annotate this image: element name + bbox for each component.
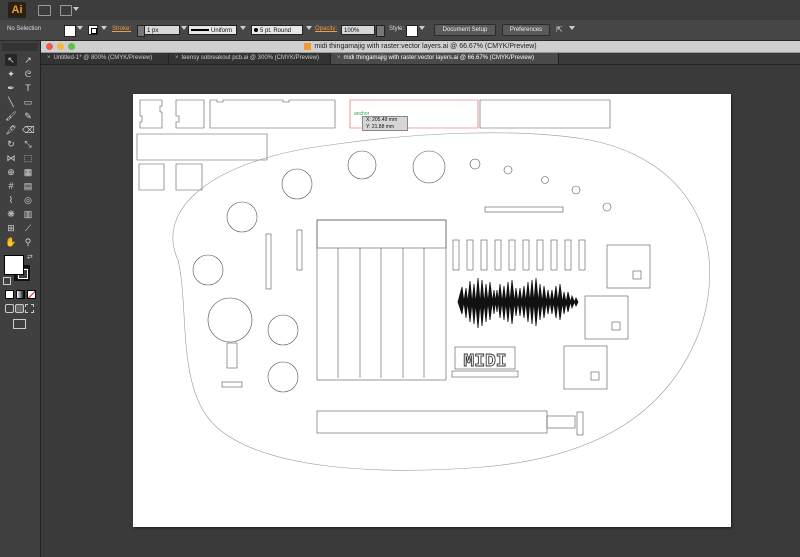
keyboard-top <box>316 219 447 249</box>
fill-color-swatch[interactable] <box>4 255 24 275</box>
panel-part <box>175 99 205 129</box>
knob-hole <box>267 361 299 393</box>
slot <box>522 239 530 271</box>
button-marker <box>632 270 642 280</box>
slot <box>452 239 460 271</box>
led-hole <box>503 165 513 175</box>
panel-part <box>479 99 611 129</box>
button-marker <box>590 371 600 381</box>
audio-waveform <box>457 277 579 329</box>
knob-hole <box>226 201 258 233</box>
artwork-layer[interactable]: MIDI <box>0 0 800 557</box>
knob-hole <box>412 150 446 184</box>
slider-slot <box>316 410 548 434</box>
panel-part <box>136 133 268 161</box>
panel-part <box>209 99 336 129</box>
slot <box>494 239 502 271</box>
slot <box>576 411 584 436</box>
led-hole <box>541 176 549 184</box>
slot <box>564 239 572 271</box>
enclosure-outline <box>172 132 710 471</box>
keyboard-block <box>316 219 447 381</box>
panel-part <box>138 163 165 191</box>
slider-handle <box>546 415 576 429</box>
midi-logo-text: MIDI <box>463 352 506 372</box>
slot <box>578 239 586 271</box>
joystick-stem <box>226 342 238 369</box>
slot <box>265 233 272 290</box>
knob-hole <box>281 168 313 200</box>
slot <box>466 239 474 271</box>
cursor-x-readout: X: 205.49 mm <box>366 117 398 123</box>
slot <box>484 206 564 213</box>
slot <box>508 239 516 271</box>
knob-hole <box>267 314 299 346</box>
panel-part <box>175 163 203 191</box>
button-square <box>563 345 608 390</box>
slot <box>536 239 544 271</box>
slot <box>550 239 558 271</box>
led-hole <box>469 158 481 170</box>
button-marker <box>611 321 621 331</box>
knob-hole <box>347 150 377 180</box>
cursor-position-tooltip: X: 205.49 mm Y: 21.88 mm <box>362 116 408 131</box>
cursor-y-readout: Y: 21.88 mm <box>366 124 395 130</box>
led-hole <box>571 185 581 195</box>
button-square <box>584 295 629 340</box>
slot <box>296 229 303 271</box>
joystick-hole <box>207 297 253 343</box>
slot <box>221 381 243 388</box>
panel-part <box>139 99 163 129</box>
slot <box>480 239 488 271</box>
knob-hole <box>192 254 224 286</box>
button-square <box>606 244 651 289</box>
led-hole <box>602 202 612 212</box>
